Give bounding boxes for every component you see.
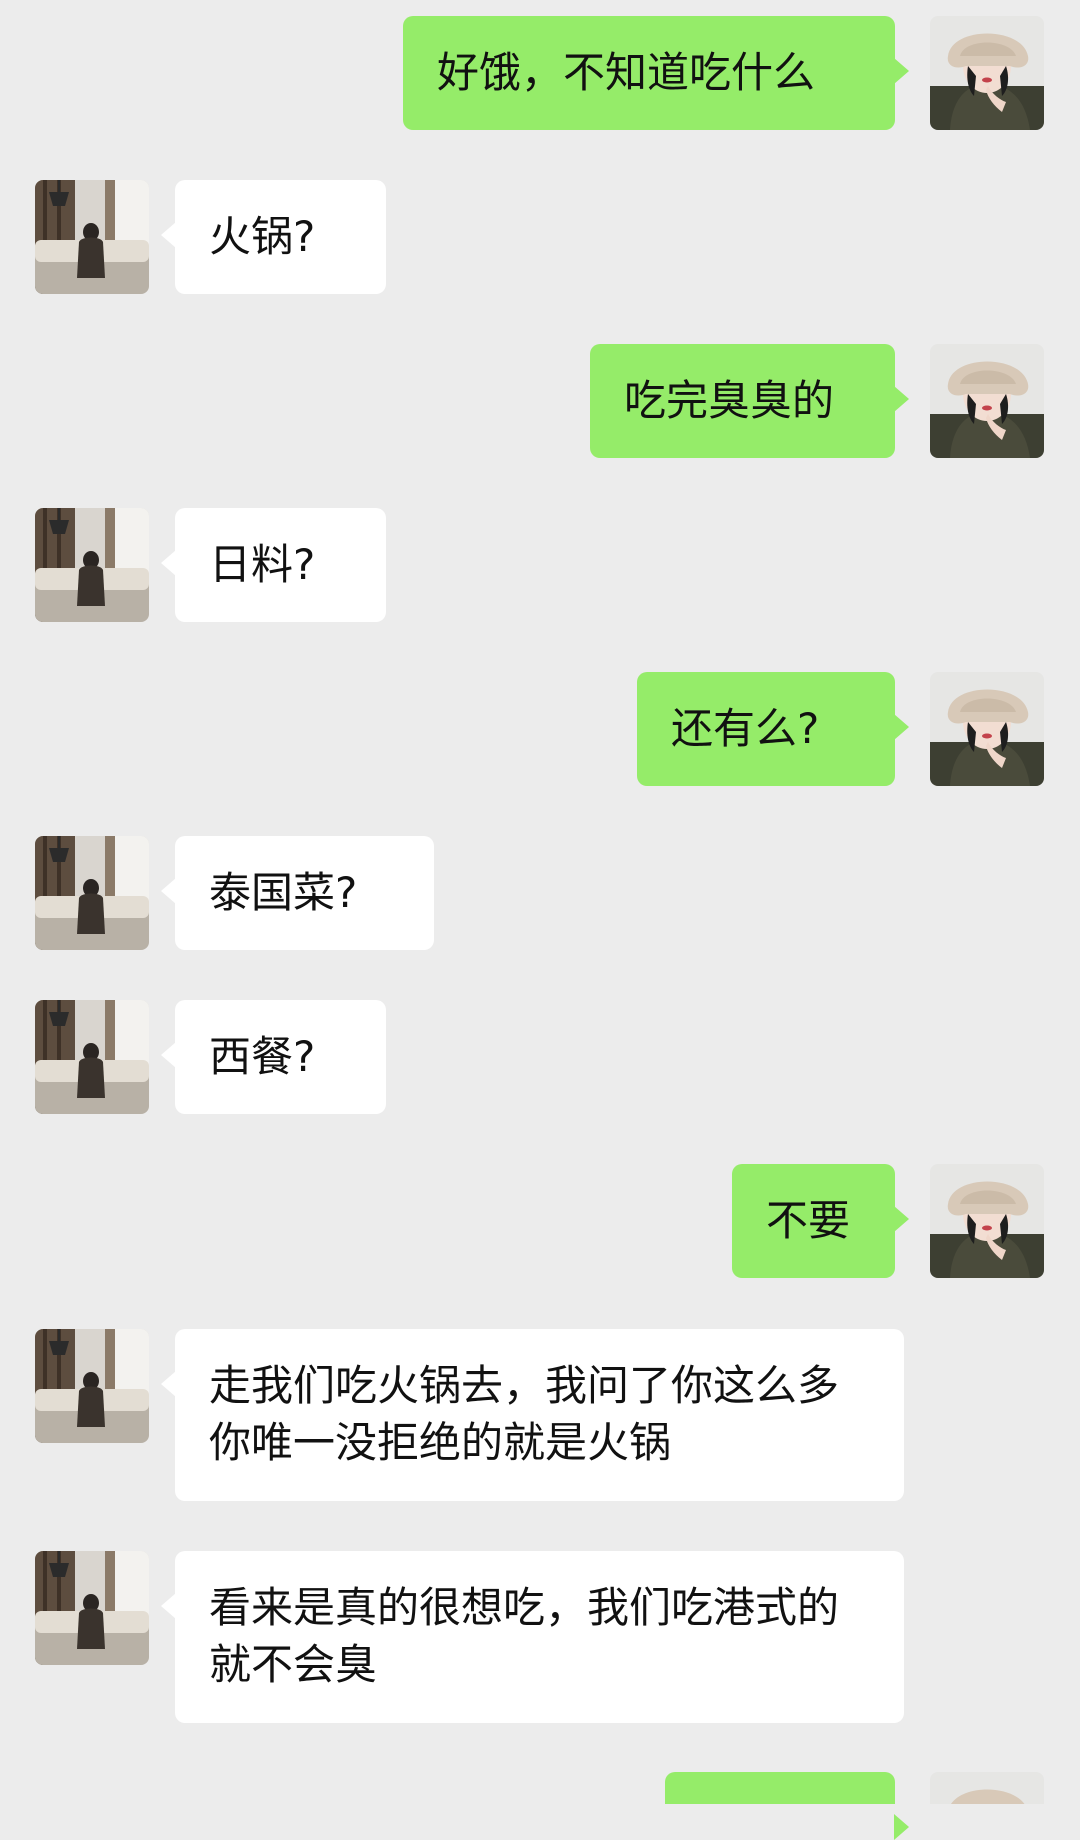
friend-avatar[interactable] (35, 1329, 149, 1443)
message-bubble-sent[interactable]: 不要 (732, 1164, 909, 1278)
message-bubble-received[interactable]: 走我们吃火锅去，我问了你这么多你唯一没拒绝的就是火锅 (161, 1329, 904, 1501)
my-avatar[interactable] (930, 1164, 1044, 1278)
woman-bucket-hat-avatar-icon (930, 1772, 1044, 1804)
message-bubble-received[interactable]: 看来是真的很想吃，我们吃港式的就不会臭 (161, 1551, 904, 1723)
living-room-sofa-avatar-icon (35, 836, 149, 950)
message-bubble-sent[interactable]: 好饿，不知道吃什么 (403, 16, 909, 130)
message-bubble-sent[interactable]: 还有么? (637, 672, 909, 786)
woman-bucket-hat-avatar-icon (930, 1164, 1044, 1278)
living-room-sofa-avatar-icon (35, 180, 149, 294)
living-room-sofa-avatar-icon (35, 1329, 149, 1443)
message-bubble-sent-partial[interactable] (665, 1772, 909, 1840)
friend-avatar[interactable] (35, 1000, 149, 1114)
woman-bucket-hat-avatar-icon (930, 344, 1044, 458)
my-avatar[interactable] (930, 672, 1044, 786)
friend-avatar[interactable] (35, 1551, 149, 1665)
living-room-sofa-avatar-icon (35, 1000, 149, 1114)
friend-avatar[interactable] (35, 180, 149, 294)
message-bubble-received[interactable]: 日料? (161, 508, 386, 622)
woman-bucket-hat-avatar-icon (930, 672, 1044, 786)
my-avatar[interactable] (930, 16, 1044, 130)
chat-area[interactable]: 好饿，不知道吃什么 火锅? 吃完臭臭的 日料? 还有么? 泰国菜? 西餐? 不要… (0, 0, 1080, 1840)
living-room-sofa-avatar-icon (35, 508, 149, 622)
message-bubble-received[interactable]: 泰国菜? (161, 836, 434, 950)
message-bubble-received[interactable]: 火锅? (161, 180, 386, 294)
living-room-sofa-avatar-icon (35, 1551, 149, 1665)
my-avatar-partial[interactable] (930, 1772, 1044, 1804)
woman-bucket-hat-avatar-icon (930, 16, 1044, 130)
message-bubble-received[interactable]: 西餐? (161, 1000, 386, 1114)
friend-avatar[interactable] (35, 836, 149, 950)
message-bubble-sent[interactable]: 吃完臭臭的 (590, 344, 909, 458)
my-avatar[interactable] (930, 344, 1044, 458)
friend-avatar[interactable] (35, 508, 149, 622)
